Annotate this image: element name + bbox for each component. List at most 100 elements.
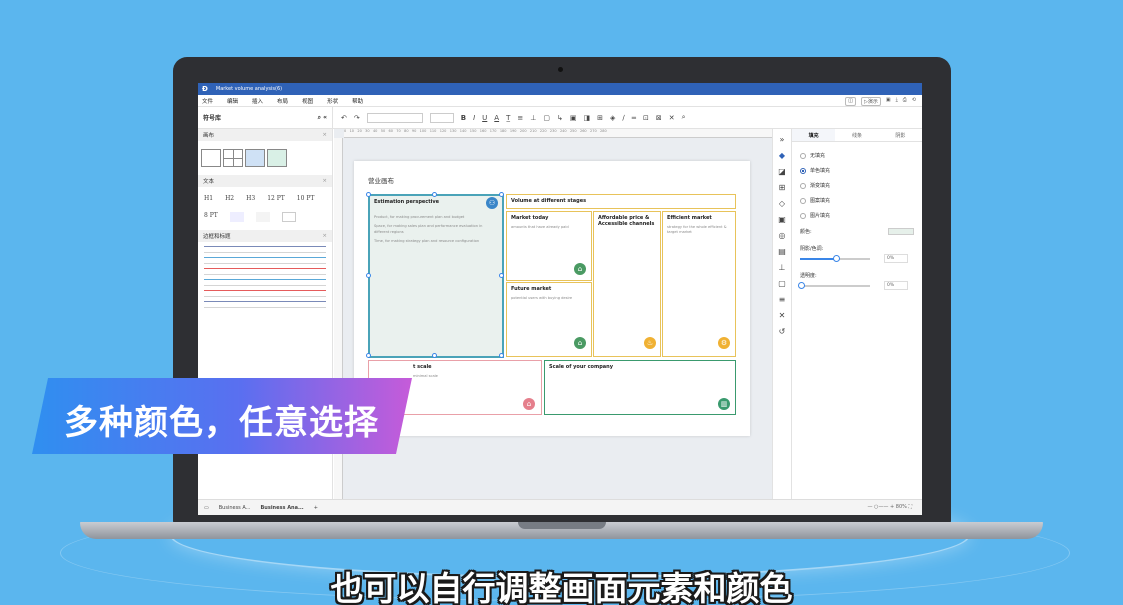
line-color-icon[interactable]: ∕ bbox=[622, 114, 624, 122]
save-icon[interactable]: ▣ bbox=[886, 97, 891, 106]
text-block-sample[interactable] bbox=[229, 212, 244, 222]
text-10pt[interactable]: 10 PT bbox=[297, 195, 315, 202]
image-icon[interactable]: ▣ bbox=[778, 215, 786, 224]
card-affordable[interactable]: Affordable price & Accessible channels bbox=[593, 211, 661, 357]
radio-icon[interactable] bbox=[800, 197, 806, 204]
slider-knob[interactable] bbox=[833, 255, 840, 262]
fill-icon[interactable]: ◆ bbox=[779, 151, 785, 160]
font-color-button[interactable]: A bbox=[494, 114, 499, 122]
format-icon[interactable]: ≡ bbox=[779, 295, 786, 304]
search-icon[interactable]: ⌕ « bbox=[318, 114, 327, 122]
font-size-select[interactable] bbox=[429, 112, 454, 123]
textbox-icon[interactable]: ▢ bbox=[543, 114, 550, 122]
selection-handle[interactable] bbox=[366, 192, 371, 197]
close-icon[interactable]: × bbox=[322, 132, 327, 138]
menu-file[interactable]: 文件 bbox=[202, 97, 213, 105]
section-text[interactable]: 文本 × bbox=[198, 175, 332, 187]
menu-edit[interactable]: 编辑 bbox=[227, 97, 238, 105]
border-sample[interactable] bbox=[204, 301, 326, 308]
close-icon[interactable]: × bbox=[322, 178, 327, 184]
tab-line[interactable]: 线条 bbox=[835, 129, 878, 141]
card-efficient[interactable]: Efficient market strategy for the whole … bbox=[662, 211, 736, 357]
border-sample[interactable] bbox=[204, 246, 326, 253]
menu-view[interactable]: 视图 bbox=[302, 97, 313, 105]
shape-grid4[interactable] bbox=[223, 149, 243, 167]
selection-handle[interactable] bbox=[366, 353, 371, 358]
selection-handle[interactable] bbox=[499, 192, 504, 197]
fill-option-solid[interactable]: 单色填充 bbox=[792, 163, 922, 178]
slider-knob[interactable] bbox=[798, 282, 805, 289]
tree-icon[interactable]: ⊥ bbox=[779, 263, 786, 272]
underline-button[interactable]: U bbox=[482, 114, 487, 122]
fill-bucket-icon[interactable]: ◈ bbox=[610, 114, 615, 122]
radio-icon[interactable] bbox=[800, 152, 806, 159]
layers-icon[interactable]: ◇ bbox=[779, 199, 785, 208]
text-style-icon[interactable]: T̲ bbox=[506, 114, 510, 122]
share-icon[interactable]: ⟲ bbox=[912, 97, 916, 106]
text-h3[interactable]: H3 bbox=[246, 195, 255, 202]
canvas-area[interactable]: 0 10 20 30 40 50 60 70 80 90 100 110 120… bbox=[334, 129, 772, 499]
arrange-icon[interactable]: ⊞ bbox=[597, 114, 603, 122]
valign-icon[interactable]: ⊥ bbox=[530, 114, 536, 122]
chart-icon[interactable]: ▤ bbox=[778, 247, 786, 256]
page-tab-2[interactable]: Business Ana... bbox=[260, 505, 303, 511]
print-icon[interactable]: ⎙ bbox=[903, 97, 907, 106]
tools-icon[interactable]: ✕ bbox=[669, 114, 675, 122]
connector-icon[interactable]: ↳ bbox=[557, 114, 563, 122]
text-h1[interactable]: H1 bbox=[204, 195, 213, 202]
line-style-icon[interactable]: ═ bbox=[632, 114, 636, 122]
style-icon[interactable]: ◪ bbox=[778, 167, 786, 176]
undo-icon[interactable]: ↶ bbox=[341, 114, 347, 122]
fit-icon[interactable]: ✕ bbox=[779, 311, 786, 320]
font-family-select[interactable] bbox=[366, 112, 423, 123]
page-list-icon[interactable]: ▭ bbox=[204, 505, 209, 511]
border-sample[interactable] bbox=[204, 279, 326, 286]
text-8pt[interactable]: 8 PT bbox=[204, 212, 218, 222]
card-company-scale[interactable]: Scale of your company bbox=[544, 360, 736, 415]
fill-option-gradient[interactable]: 渐变填充 bbox=[792, 178, 922, 193]
redo-icon[interactable]: ↷ bbox=[354, 114, 360, 122]
shape-grid-green[interactable] bbox=[267, 149, 287, 167]
close-icon[interactable]: × bbox=[322, 233, 327, 239]
selection-handle[interactable] bbox=[499, 273, 504, 278]
bold-button[interactable]: B bbox=[461, 114, 466, 122]
menu-help[interactable]: 帮助 bbox=[352, 97, 363, 105]
align-icon[interactable]: ≡ bbox=[517, 114, 523, 122]
find-icon[interactable]: ⌕ bbox=[682, 113, 686, 122]
border-sample[interactable] bbox=[204, 257, 326, 264]
menu-insert[interactable]: 插入 bbox=[252, 97, 263, 105]
tab-fill[interactable]: 填充 bbox=[792, 129, 836, 141]
card-volume[interactable]: Volume at different stages bbox=[506, 194, 736, 209]
add-page-icon[interactable]: + bbox=[314, 505, 318, 511]
tab-shadow[interactable]: 阴影 bbox=[879, 129, 922, 141]
card-estimation[interactable]: Estimation perspective Product, for maki… bbox=[368, 194, 504, 358]
color-swatch[interactable] bbox=[888, 228, 914, 235]
page-tab-1[interactable]: Business A... bbox=[219, 505, 251, 511]
database-icon[interactable]: ◎ bbox=[779, 231, 786, 240]
present-button[interactable]: ▷演示 bbox=[860, 97, 881, 106]
section-borders[interactable]: 边框和标题 × bbox=[198, 230, 332, 242]
group-icon[interactable]: ◨ bbox=[583, 114, 590, 122]
shade-slider[interactable]: 0% bbox=[800, 254, 914, 264]
collapse-icon[interactable]: » bbox=[780, 135, 785, 144]
fill-option-none[interactable]: 无填充 bbox=[792, 148, 922, 163]
fill-option-image[interactable]: 图片填充 bbox=[792, 208, 922, 223]
zoom-control[interactable]: — ○—— + 80% ⛶ bbox=[867, 504, 912, 510]
page-icon[interactable]: ▢ bbox=[778, 279, 786, 288]
shape-blank[interactable] bbox=[201, 149, 221, 167]
border-sample[interactable] bbox=[204, 290, 326, 297]
container-icon[interactable]: ▣ bbox=[570, 114, 577, 122]
history-icon[interactable]: ↺ bbox=[779, 327, 786, 336]
shade-value[interactable]: 0% bbox=[884, 254, 908, 263]
radio-icon[interactable] bbox=[800, 182, 806, 189]
transparency-slider[interactable]: 0% bbox=[798, 281, 914, 291]
section-canvas[interactable]: 画布 × bbox=[198, 129, 332, 141]
selection-handle[interactable] bbox=[499, 353, 504, 358]
text-12pt[interactable]: 12 PT bbox=[267, 195, 285, 202]
lock-icon[interactable]: ⊠ bbox=[656, 114, 662, 122]
transparency-value[interactable]: 0% bbox=[884, 281, 908, 290]
download-icon[interactable]: ⤓ bbox=[896, 97, 898, 106]
selection-handle[interactable] bbox=[432, 192, 437, 197]
radio-selected-icon[interactable] bbox=[800, 167, 806, 174]
text-block-sample[interactable] bbox=[281, 212, 296, 222]
